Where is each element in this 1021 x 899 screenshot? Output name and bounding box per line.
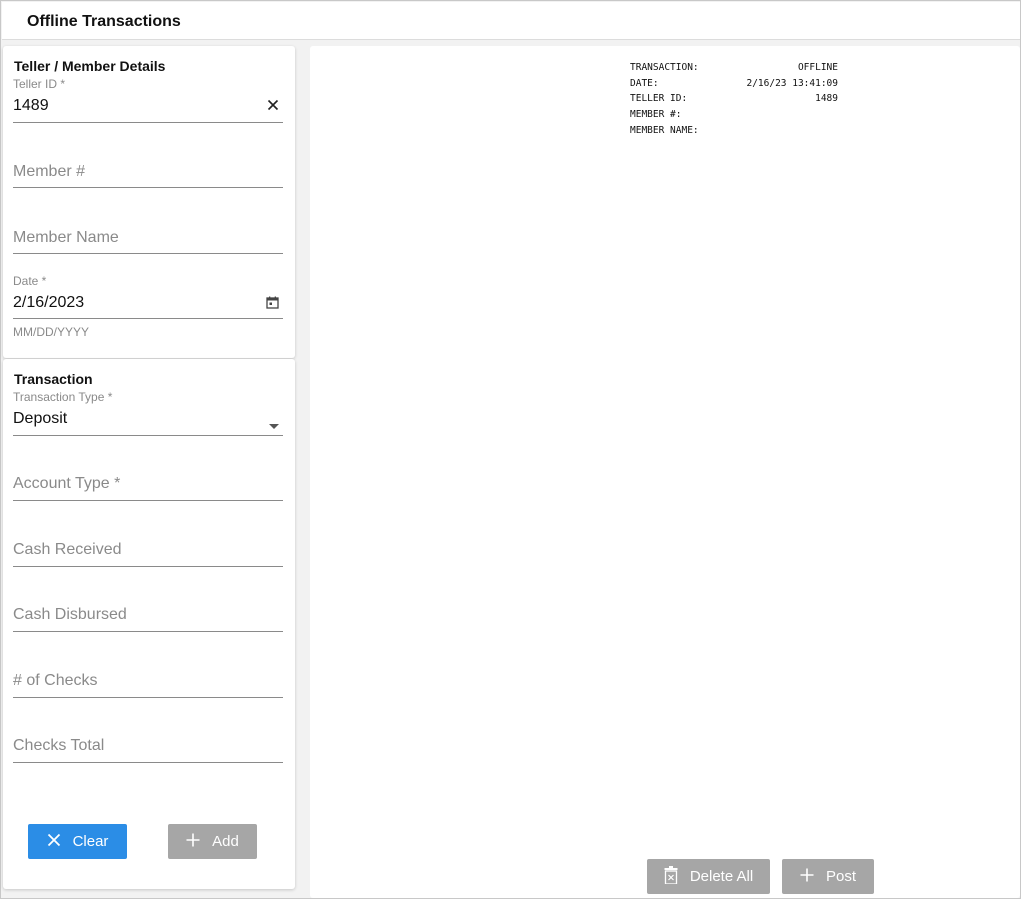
receipt-value: OFFLINE — [797, 62, 838, 73]
date-field[interactable]: Date * 2/16/2023 MM/DD/YYYY — [13, 273, 283, 341]
receipt-label: MEMBER #: — [630, 109, 682, 121]
cash-received-underline — [13, 566, 283, 567]
member-number-underline — [13, 187, 283, 188]
transaction-card: Transaction Transaction Type * Deposit A… — [3, 359, 295, 889]
post-button-label: Post — [825, 868, 856, 885]
cash-disbursed-field[interactable]: Cash Disbursed — [13, 600, 283, 632]
receipt-label: MEMBER NAME: — [630, 124, 699, 136]
teller-id-field[interactable]: Teller ID * 1489 — [13, 76, 283, 124]
receipt-row-date: DATE: 2/16/23 13:41:09 — [630, 76, 838, 92]
add-button[interactable]: Add — [168, 824, 257, 859]
cash-disbursed-placeholder: Cash Disbursed — [13, 606, 127, 623]
num-checks-field[interactable]: # of Checks — [13, 666, 283, 698]
receipt-label: DATE: — [630, 77, 659, 89]
receipt-label: TELLER ID: — [630, 93, 688, 105]
num-checks-underline — [13, 697, 283, 698]
receipt-row-member-name: MEMBER NAME: — [630, 123, 838, 139]
date-label: Date * — [13, 274, 47, 288]
calendar-icon[interactable] — [266, 296, 279, 314]
transaction-type-label: Transaction Type * — [13, 390, 113, 404]
member-name-underline — [13, 253, 283, 254]
receipt-preview: TRANSACTION: OFFLINE DATE: 2/16/23 13:41… — [630, 60, 838, 138]
post-button[interactable]: Post — [782, 859, 874, 894]
cash-received-placeholder: Cash Received — [13, 541, 122, 558]
checks-total-placeholder: Checks Total — [13, 737, 105, 754]
app-window: Offline Transactions Teller / Member Det… — [0, 0, 1021, 899]
teller-id-label: Teller ID * — [13, 77, 66, 91]
member-name-field[interactable]: Member Name — [13, 222, 283, 254]
date-value[interactable]: 2/16/2023 — [13, 294, 84, 312]
num-checks-placeholder: # of Checks — [13, 672, 98, 689]
checks-total-field[interactable]: Checks Total — [13, 731, 283, 763]
account-type-field[interactable]: Account Type * — [13, 469, 283, 501]
checks-total-underline — [13, 762, 283, 763]
member-number-placeholder: Member # — [13, 163, 86, 180]
teller-id-value[interactable]: 1489 — [13, 97, 49, 115]
transaction-type-underline — [13, 435, 283, 436]
receipt-label: TRANSACTION: — [630, 62, 699, 73]
plus-icon — [800, 868, 814, 886]
transaction-type-value[interactable]: Deposit — [13, 410, 67, 428]
transaction-section-title: Transaction — [14, 371, 93, 387]
receipt-preview-panel: TRANSACTION: OFFLINE DATE: 2/16/23 13:41… — [310, 46, 1020, 898]
receipt-value: 2/16/23 13:41:09 — [746, 77, 838, 89]
account-type-underline — [13, 500, 283, 501]
teller-section-title: Teller / Member Details — [14, 58, 166, 74]
clear-button-label: Clear — [72, 833, 109, 850]
trash-icon — [664, 865, 678, 888]
teller-member-card: Teller / Member Details Teller ID * 1489… — [3, 46, 295, 358]
teller-id-underline — [13, 122, 283, 123]
receipt-row-member-number: MEMBER #: — [630, 107, 838, 123]
delete-all-button-label: Delete All — [689, 868, 754, 885]
app-header: Offline Transactions — [2, 2, 1020, 40]
cash-received-field[interactable]: Cash Received — [13, 535, 283, 567]
member-number-field[interactable]: Member # — [13, 156, 283, 188]
close-icon — [47, 833, 61, 851]
dropdown-arrow-icon[interactable] — [269, 416, 279, 434]
cash-disbursed-underline — [13, 631, 283, 632]
delete-all-button[interactable]: Delete All — [647, 859, 770, 894]
clear-button[interactable]: Clear — [28, 824, 127, 859]
account-type-placeholder: Account Type * — [13, 475, 121, 492]
add-button-label: Add — [212, 833, 239, 850]
page-title: Offline Transactions — [27, 13, 181, 30]
member-name-placeholder: Member Name — [13, 229, 119, 246]
clear-x-icon[interactable] — [267, 98, 279, 116]
date-underline — [13, 318, 283, 319]
date-helper-text: MM/DD/YYYY — [13, 325, 90, 339]
receipt-row-transaction: TRANSACTION: OFFLINE — [630, 60, 838, 76]
receipt-row-teller-id: TELLER ID: 1489 — [630, 91, 838, 107]
transaction-type-select[interactable]: Transaction Type * Deposit — [13, 389, 283, 437]
receipt-value: 1489 — [815, 93, 838, 105]
plus-icon — [186, 833, 200, 851]
